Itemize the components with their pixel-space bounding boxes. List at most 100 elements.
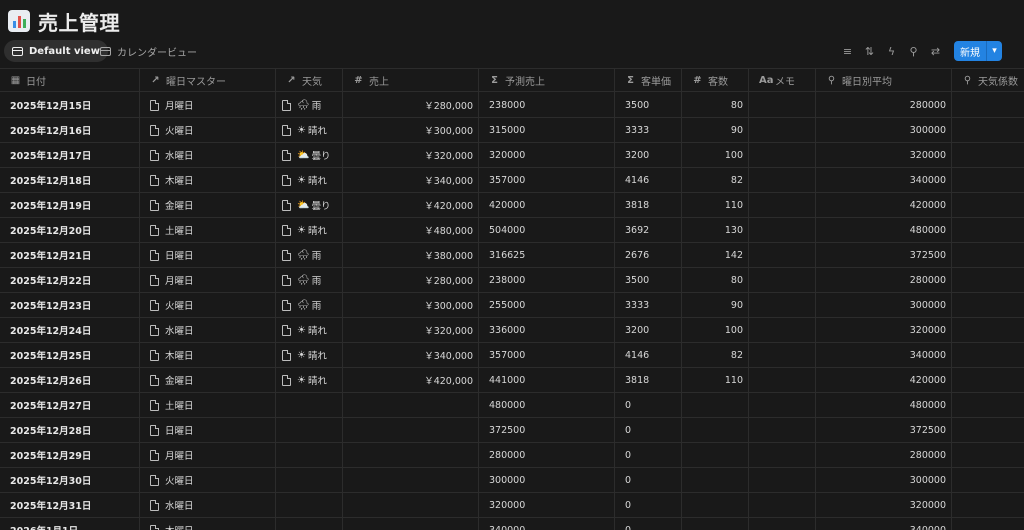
weekday-cell[interactable]: 火曜日 xyxy=(140,468,276,492)
table-row[interactable]: 2025年12月18日 木曜日 ☀ 晴れ ￥340,000 357000 4146 82 340… xyxy=(0,168,1024,193)
memo-cell[interactable] xyxy=(749,243,816,267)
date-cell[interactable]: 2025年12月31日 xyxy=(0,493,140,517)
forecast-cell[interactable]: 340000 xyxy=(479,518,615,530)
table-row[interactable]: 2025年12月16日 火曜日 ☀ 晴れ ￥300,000 315000 3333 90 300… xyxy=(0,118,1024,143)
unit-price-cell[interactable]: 3500 xyxy=(615,93,682,117)
weather-cell[interactable]: 🌧 雨 xyxy=(276,293,343,317)
unit-price-cell[interactable]: 0 xyxy=(615,393,682,417)
table-row[interactable]: 2025年12月27日 土曜日 480000 0 480000 xyxy=(0,393,1024,418)
customers-cell[interactable]: 90 xyxy=(682,118,749,142)
weekday-cell[interactable]: 月曜日 xyxy=(140,268,276,292)
table-row[interactable]: 2025年12月17日 水曜日 ⛅ 曇り ￥320,000 320000 3200 100 32… xyxy=(0,143,1024,168)
weekday-cell[interactable]: 日曜日 xyxy=(140,418,276,442)
weather-coefficient-cell[interactable] xyxy=(952,518,1024,530)
customers-cell[interactable]: 90 xyxy=(682,293,749,317)
date-cell[interactable]: 2025年12月19日 xyxy=(0,193,140,217)
weather-cell[interactable]: 🌧 雨 xyxy=(276,93,343,117)
weekday-cell[interactable]: 月曜日 xyxy=(140,93,276,117)
column-header[interactable]: Σ 客単価 xyxy=(615,69,682,92)
weekday-cell[interactable]: 木曜日 xyxy=(140,343,276,367)
sales-cell[interactable]: ￥340,000 xyxy=(343,343,479,367)
table-row[interactable]: 2025年12月28日 日曜日 372500 0 372500 xyxy=(0,418,1024,443)
weather-cell[interactable]: ⛅ 曇り xyxy=(276,193,343,217)
sales-cell[interactable]: ￥340,000 xyxy=(343,168,479,192)
customers-cell[interactable]: 110 xyxy=(682,368,749,392)
weather-coefficient-cell[interactable] xyxy=(952,418,1024,442)
column-header[interactable]: # 売上 xyxy=(343,69,479,92)
weather-coefficient-cell[interactable] xyxy=(952,468,1024,492)
weather-cell[interactable]: 🌧 雨 xyxy=(276,243,343,267)
sales-cell[interactable]: ￥320,000 xyxy=(343,143,479,167)
weekday-cell[interactable]: 水曜日 xyxy=(140,318,276,342)
weekday-cell[interactable]: 火曜日 xyxy=(140,118,276,142)
sort-icon[interactable]: ⇅ xyxy=(864,46,875,57)
weekday-average-cell[interactable]: 372500 xyxy=(816,243,952,267)
weekday-cell[interactable]: 月曜日 xyxy=(140,443,276,467)
forecast-cell[interactable]: 480000 xyxy=(479,393,615,417)
table-row[interactable]: 2025年12月31日 水曜日 320000 0 320000 xyxy=(0,493,1024,518)
weekday-cell[interactable]: 木曜日 xyxy=(140,518,276,530)
automation-icon[interactable]: ϟ xyxy=(886,46,897,57)
weekday-cell[interactable]: 土曜日 xyxy=(140,218,276,242)
memo-cell[interactable] xyxy=(749,218,816,242)
weather-coefficient-cell[interactable] xyxy=(952,93,1024,117)
weather-cell[interactable] xyxy=(276,443,343,467)
sales-cell[interactable]: ￥420,000 xyxy=(343,368,479,392)
date-cell[interactable]: 2025年12月22日 xyxy=(0,268,140,292)
date-cell[interactable]: 2025年12月21日 xyxy=(0,243,140,267)
table-row[interactable]: 2025年12月24日 水曜日 ☀ 晴れ ￥320,000 336000 3200 100 32… xyxy=(0,318,1024,343)
column-header[interactable]: # 客数 xyxy=(682,69,749,92)
settings-icon[interactable]: ⇄ xyxy=(930,46,941,57)
weekday-average-cell[interactable]: 280000 xyxy=(816,443,952,467)
memo-cell[interactable] xyxy=(749,293,816,317)
sales-cell[interactable] xyxy=(343,418,479,442)
weather-cell[interactable]: ☀ 晴れ xyxy=(276,368,343,392)
customers-cell[interactable]: 100 xyxy=(682,143,749,167)
sales-cell[interactable]: ￥300,000 xyxy=(343,293,479,317)
weekday-cell[interactable]: 水曜日 xyxy=(140,493,276,517)
weekday-average-cell[interactable]: 300000 xyxy=(816,468,952,492)
weekday-average-cell[interactable]: 340000 xyxy=(816,518,952,530)
sales-cell[interactable]: ￥420,000 xyxy=(343,193,479,217)
table-row[interactable]: 2025年12月29日 月曜日 280000 0 280000 xyxy=(0,443,1024,468)
memo-cell[interactable] xyxy=(749,393,816,417)
customers-cell[interactable] xyxy=(682,493,749,517)
weekday-average-cell[interactable]: 320000 xyxy=(816,493,952,517)
weather-coefficient-cell[interactable] xyxy=(952,493,1024,517)
weekday-cell[interactable]: 土曜日 xyxy=(140,393,276,417)
unit-price-cell[interactable]: 0 xyxy=(615,418,682,442)
search-icon[interactable]: ⚲ xyxy=(908,46,919,57)
memo-cell[interactable] xyxy=(749,368,816,392)
memo-cell[interactable] xyxy=(749,318,816,342)
weather-coefficient-cell[interactable] xyxy=(952,168,1024,192)
weekday-average-cell[interactable]: 280000 xyxy=(816,93,952,117)
table-row[interactable]: 2025年12月26日 金曜日 ☀ 晴れ ￥420,000 441000 3818 110 42… xyxy=(0,368,1024,393)
weather-coefficient-cell[interactable] xyxy=(952,118,1024,142)
weather-coefficient-cell[interactable] xyxy=(952,143,1024,167)
table-row[interactable]: 2025年12月25日 木曜日 ☀ 晴れ ￥340,000 357000 4146 82 340… xyxy=(0,343,1024,368)
customers-cell[interactable]: 142 xyxy=(682,243,749,267)
customers-cell[interactable]: 130 xyxy=(682,218,749,242)
sales-cell[interactable] xyxy=(343,518,479,530)
unit-price-cell[interactable]: 0 xyxy=(615,518,682,530)
table-row[interactable]: 2025年12月30日 火曜日 300000 0 300000 xyxy=(0,468,1024,493)
forecast-cell[interactable]: 504000 xyxy=(479,218,615,242)
forecast-cell[interactable]: 238000 xyxy=(479,93,615,117)
date-cell[interactable]: 2025年12月16日 xyxy=(0,118,140,142)
date-cell[interactable]: 2025年12月25日 xyxy=(0,343,140,367)
date-cell[interactable]: 2025年12月27日 xyxy=(0,393,140,417)
memo-cell[interactable] xyxy=(749,268,816,292)
weather-coefficient-cell[interactable] xyxy=(952,243,1024,267)
forecast-cell[interactable]: 357000 xyxy=(479,168,615,192)
date-cell[interactable]: 2025年12月28日 xyxy=(0,418,140,442)
sales-cell[interactable]: ￥300,000 xyxy=(343,118,479,142)
weekday-average-cell[interactable]: 280000 xyxy=(816,268,952,292)
weather-cell[interactable] xyxy=(276,418,343,442)
date-cell[interactable]: 2025年12月20日 xyxy=(0,218,140,242)
table-row[interactable]: 2025年12月15日 月曜日 🌧 雨 ￥280,000 238000 3500 80 2800… xyxy=(0,93,1024,118)
memo-cell[interactable] xyxy=(749,93,816,117)
column-header[interactable]: ↗ 曜日マスター xyxy=(140,69,276,92)
unit-price-cell[interactable]: 0 xyxy=(615,443,682,467)
weather-cell[interactable]: ☀ 晴れ xyxy=(276,118,343,142)
weather-cell[interactable] xyxy=(276,518,343,530)
